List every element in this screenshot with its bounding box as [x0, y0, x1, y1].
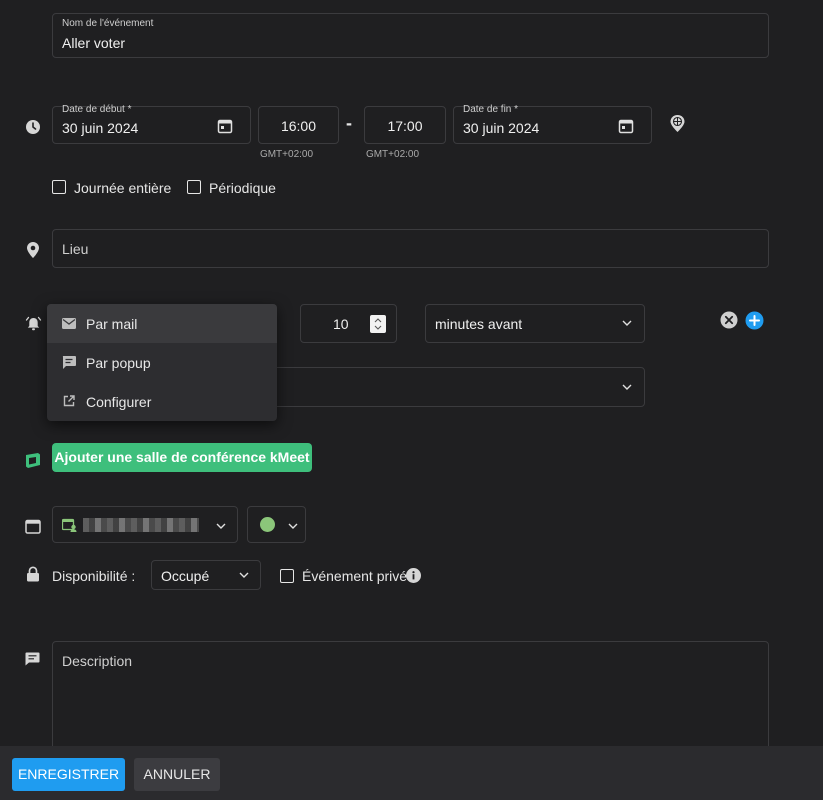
reminder-unit-select[interactable]: minutes avant — [425, 304, 645, 343]
recurring-checkbox[interactable] — [187, 180, 201, 194]
shared-calendar-icon — [62, 518, 77, 532]
color-swatch — [260, 517, 275, 532]
all-day-checkbox[interactable] — [52, 180, 66, 194]
event-name-label: Nom de l'événement — [62, 18, 154, 29]
mail-icon — [62, 318, 76, 329]
end-timezone: GMT+02:00 — [365, 149, 420, 160]
location-placeholder: Lieu — [62, 241, 89, 257]
start-date-field[interactable]: Date de début * 30 juin 2024 — [52, 104, 251, 144]
calendar-icon[interactable] — [217, 118, 233, 134]
menu-item-mail[interactable]: Par mail — [47, 304, 277, 343]
event-name-field[interactable]: Nom de l'événement Aller voter — [52, 13, 769, 58]
end-time-value: 17:00 — [387, 118, 423, 134]
chevron-down-icon — [622, 384, 632, 390]
end-date-label: Date de fin * — [463, 104, 519, 115]
add-reminder-icon[interactable] — [745, 311, 764, 330]
kmeet-icon — [26, 453, 40, 468]
lock-icon — [27, 566, 39, 582]
chevron-down-icon — [622, 320, 632, 326]
menu-item-configure[interactable]: Configurer — [47, 382, 277, 421]
reminder-type-menu: Par mail Par popup Configurer — [47, 304, 277, 421]
cancel-button[interactable]: ANNULER — [134, 758, 220, 791]
info-icon[interactable] — [406, 568, 421, 583]
calendar-icon[interactable] — [618, 118, 634, 134]
start-date-value: 30 juin 2024 — [62, 120, 139, 136]
stepper-arrows-icon — [374, 318, 382, 330]
save-button[interactable]: ENREGISTRER — [12, 758, 125, 791]
footer-bar: ENREGISTRER ANNULER — [0, 746, 823, 800]
number-stepper[interactable] — [370, 315, 386, 333]
private-event-checkbox[interactable] — [280, 569, 294, 583]
end-date-value: 30 juin 2024 — [463, 120, 540, 136]
start-date-label: Date de début * — [62, 104, 132, 115]
menu-item-label: Par popup — [86, 355, 151, 371]
clock-icon — [26, 120, 40, 134]
time-separator: - — [346, 113, 352, 133]
calendar-color-select[interactable] — [247, 506, 306, 543]
event-name-value: Aller voter — [62, 35, 126, 51]
all-day-label: Journée entière — [74, 180, 172, 196]
reminder-amount-value: 10 — [333, 316, 349, 332]
availability-select[interactable]: Occupé — [151, 560, 261, 590]
remove-reminder-icon[interactable] — [720, 311, 738, 329]
chevron-down-icon — [239, 572, 249, 578]
external-link-icon — [63, 395, 75, 407]
availability-value: Occupé — [161, 568, 210, 584]
reminder-unit-value: minutes avant — [435, 316, 523, 332]
start-time-field[interactable]: 16:00 — [258, 106, 339, 144]
chevron-down-icon — [288, 523, 298, 529]
reminder-amount-input[interactable]: 10 — [300, 304, 397, 343]
start-time-value: 16:00 — [280, 118, 317, 134]
timezone-globe-icon[interactable] — [669, 114, 686, 133]
end-date-field[interactable]: Date de fin * 30 juin 2024 — [453, 104, 652, 144]
location-input[interactable]: Lieu — [52, 229, 769, 268]
menu-item-label: Par mail — [86, 316, 138, 332]
recurring-label: Périodique — [209, 180, 276, 196]
add-kmeet-button[interactable]: Ajouter une salle de conférence kMeet — [52, 443, 312, 472]
menu-item-popup[interactable]: Par popup — [47, 343, 277, 382]
private-event-label: Événement privé — [302, 568, 408, 584]
redacted-calendar-name — [83, 518, 199, 532]
availability-label: Disponibilité : — [52, 568, 136, 584]
end-time-field[interactable]: 17:00 — [364, 106, 446, 144]
menu-item-label: Configurer — [86, 394, 152, 410]
chevron-down-icon — [216, 523, 226, 529]
start-timezone: GMT+02:00 — [259, 149, 314, 160]
location-pin-icon — [27, 242, 39, 258]
popup-icon — [62, 356, 76, 369]
description-placeholder: Description — [62, 653, 133, 669]
comment-icon — [25, 652, 40, 666]
calendar-icon — [25, 519, 41, 534]
alarm-icon — [25, 316, 42, 331]
